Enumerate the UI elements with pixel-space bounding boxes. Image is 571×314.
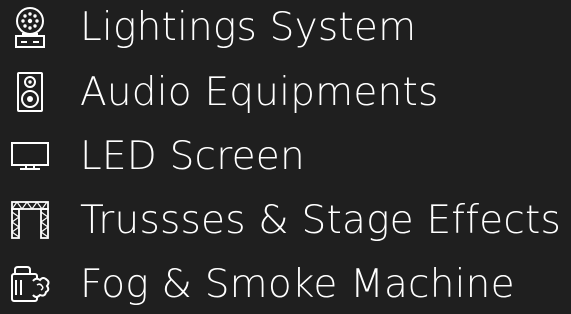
- stage-light-icon: [8, 5, 52, 49]
- list-item-audio-equipments: Audio Equipments: [0, 62, 438, 122]
- list-item-fog-smoke-machine: Fog & Smoke Machine: [0, 254, 515, 314]
- led-screen-icon: [8, 134, 52, 178]
- list-item-label: Lightings System: [80, 4, 417, 50]
- list-item-led-screen: LED Screen: [0, 126, 305, 186]
- list-item-trusses-stage-effects: Trussses & Stage Effects: [0, 190, 561, 250]
- fog-machine-icon: [8, 262, 52, 306]
- truss-icon: [8, 198, 52, 242]
- list-item-lightings-system: Lightings System: [0, 0, 416, 57]
- list-item-label: Fog & Smoke Machine: [80, 261, 515, 307]
- speaker-icon: [8, 70, 52, 114]
- list-item-label: Trussses & Stage Effects: [80, 197, 562, 243]
- list-item-label: LED Screen: [80, 133, 305, 179]
- service-list: Lightings System Audio Equipments LED Sc…: [0, 0, 571, 310]
- list-item-label: Audio Equipments: [80, 69, 439, 115]
